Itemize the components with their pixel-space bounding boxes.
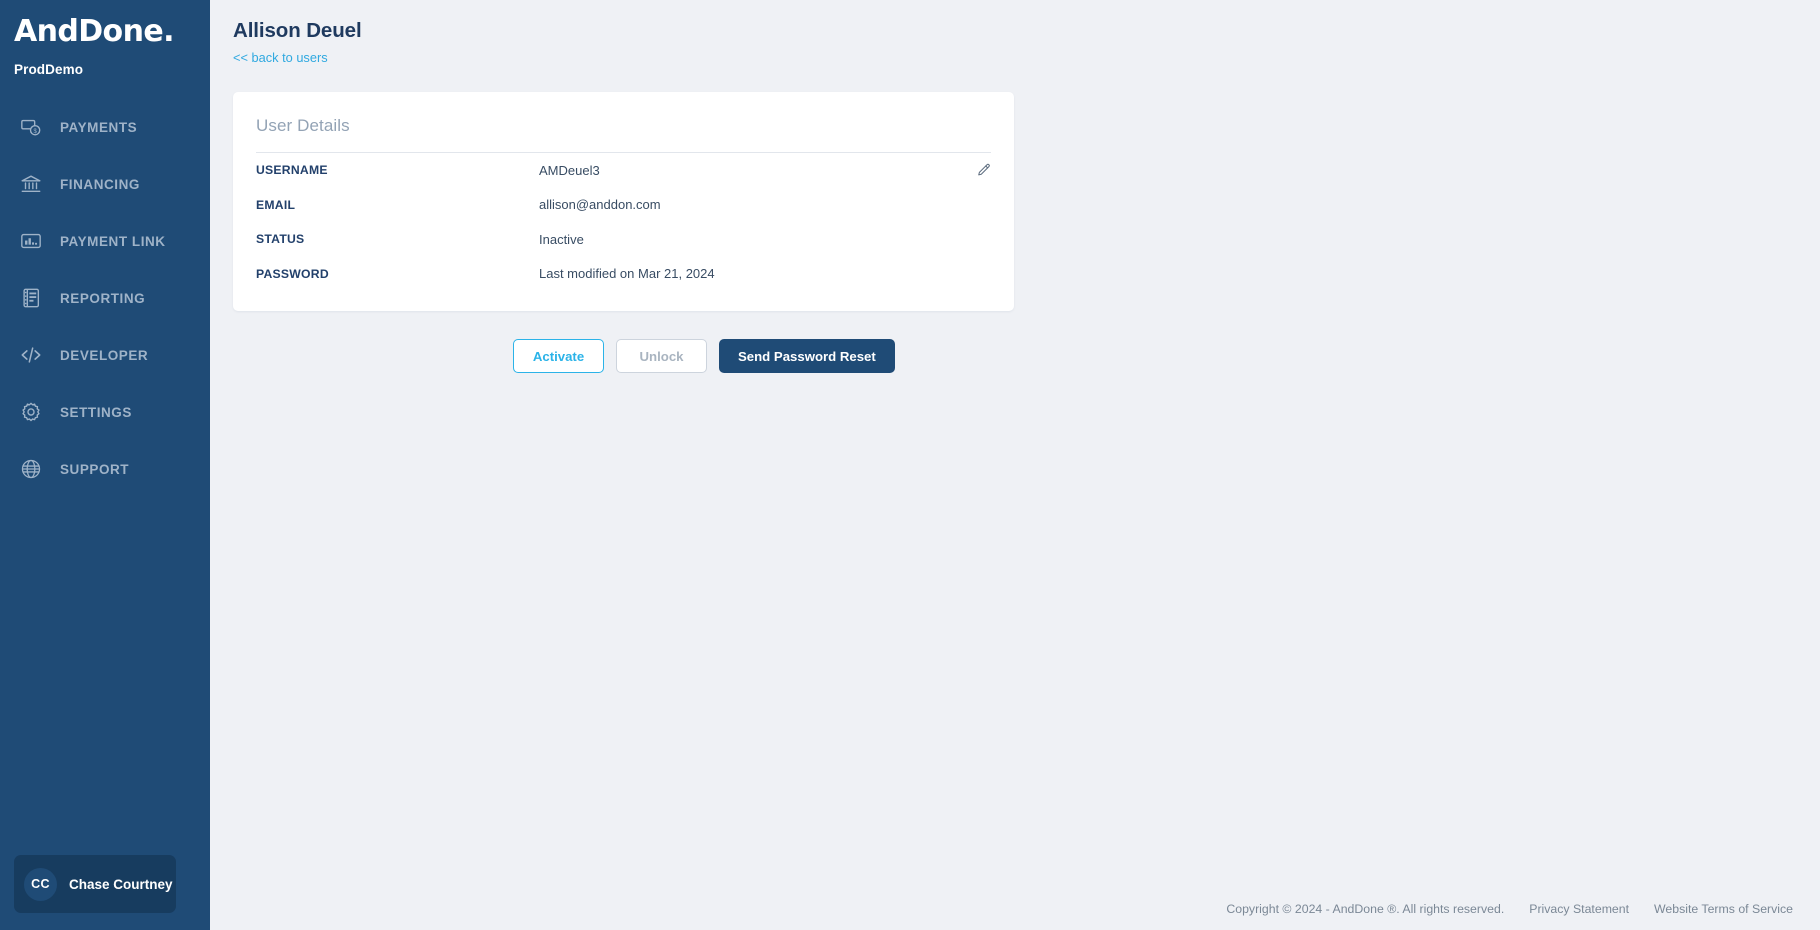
environment-label: ProdDemo (14, 61, 84, 77)
report-icon (20, 287, 42, 309)
detail-label: EMAIL (256, 197, 296, 212)
website-terms-link[interactable]: Website Terms of Service (1654, 902, 1793, 916)
sidebar-item-label: SUPPORT (60, 461, 130, 477)
sidebar-item-financing[interactable]: FINANCING (0, 156, 210, 213)
app-root: AndDone. ProdDemo $ PAYMENTS FINANCING P… (0, 0, 1820, 930)
content-area: User Details USERNAME AMDeuel3 EMAIL all… (210, 67, 1820, 373)
sidebar: AndDone. ProdDemo $ PAYMENTS FINANCING P… (0, 0, 210, 930)
logo-text: AndDone (14, 14, 164, 49)
detail-label: STATUS (256, 232, 305, 247)
logo-dot: . (163, 14, 174, 49)
sidebar-item-label: REPORTING (60, 290, 146, 306)
sidebar-item-label: SETTINGS (60, 404, 132, 420)
payment-link-icon (20, 230, 42, 252)
sidebar-item-settings[interactable]: SETTINGS (0, 384, 210, 441)
sidebar-item-payment-link[interactable]: PAYMENT LINK (0, 213, 210, 270)
sidebar-item-label: DEVELOPER (60, 347, 149, 363)
detail-value: allison@anddon.com (539, 197, 661, 213)
card-title: User Details (256, 112, 991, 153)
sidebar-item-payments[interactable]: $ PAYMENTS (0, 99, 210, 156)
gear-icon (20, 401, 42, 423)
detail-row-email: EMAIL allison@anddon.com (256, 188, 991, 223)
avatar: CC (24, 867, 57, 901)
unlock-button: Unlock (616, 339, 707, 373)
detail-row-password: PASSWORD Last modified on Mar 21, 2024 (256, 257, 991, 292)
sidebar-item-support[interactable]: SUPPORT (0, 441, 210, 498)
activate-button[interactable]: Activate (513, 339, 604, 373)
detail-label: USERNAME (256, 163, 328, 178)
detail-row-username: USERNAME AMDeuel3 (256, 153, 991, 188)
sidebar-item-developer[interactable]: DEVELOPER (0, 327, 210, 384)
payments-icon: $ (20, 116, 42, 138)
send-password-reset-button[interactable]: Send Password Reset (719, 339, 895, 373)
globe-icon (20, 458, 42, 480)
detail-label: PASSWORD (256, 266, 329, 281)
user-details-card: User Details USERNAME AMDeuel3 EMAIL all… (233, 92, 1014, 311)
pencil-icon[interactable] (976, 163, 991, 178)
action-buttons: Activate Unlock Send Password Reset (513, 339, 1820, 373)
sidebar-item-label: PAYMENT LINK (60, 233, 166, 249)
footer: Copyright © 2024 - AndDone ®. All rights… (1226, 902, 1793, 916)
user-name: Chase Courtney (69, 876, 173, 892)
app-logo[interactable]: AndDone. (14, 16, 210, 48)
copyright-text: Copyright © 2024 - AndDone ®. All rights… (1226, 902, 1505, 916)
page-header: Allison Deuel << back to users (210, 0, 1820, 67)
sidebar-item-label: FINANCING (60, 176, 140, 192)
detail-row-status: STATUS Inactive (256, 222, 991, 257)
status-badge: Inactive (539, 231, 584, 247)
bank-icon (20, 173, 42, 195)
sidebar-nav: $ PAYMENTS FINANCING PAYMENT LINK REPORT… (0, 99, 210, 498)
back-to-users-link[interactable]: << back to users (233, 50, 328, 65)
sidebar-item-label: PAYMENTS (60, 119, 138, 135)
sidebar-item-reporting[interactable]: REPORTING (0, 270, 210, 327)
detail-value: Last modified on Mar 21, 2024 (539, 266, 715, 282)
code-icon (20, 344, 42, 366)
sidebar-user-profile[interactable]: CC Chase Courtney (14, 855, 176, 913)
brand-block: AndDone. ProdDemo (0, 0, 210, 77)
detail-value: AMDeuel3 (539, 162, 600, 178)
page-title: Allison Deuel (233, 19, 362, 42)
privacy-statement-link[interactable]: Privacy Statement (1529, 902, 1629, 916)
main-content: Allison Deuel << back to users User Deta… (210, 0, 1820, 930)
